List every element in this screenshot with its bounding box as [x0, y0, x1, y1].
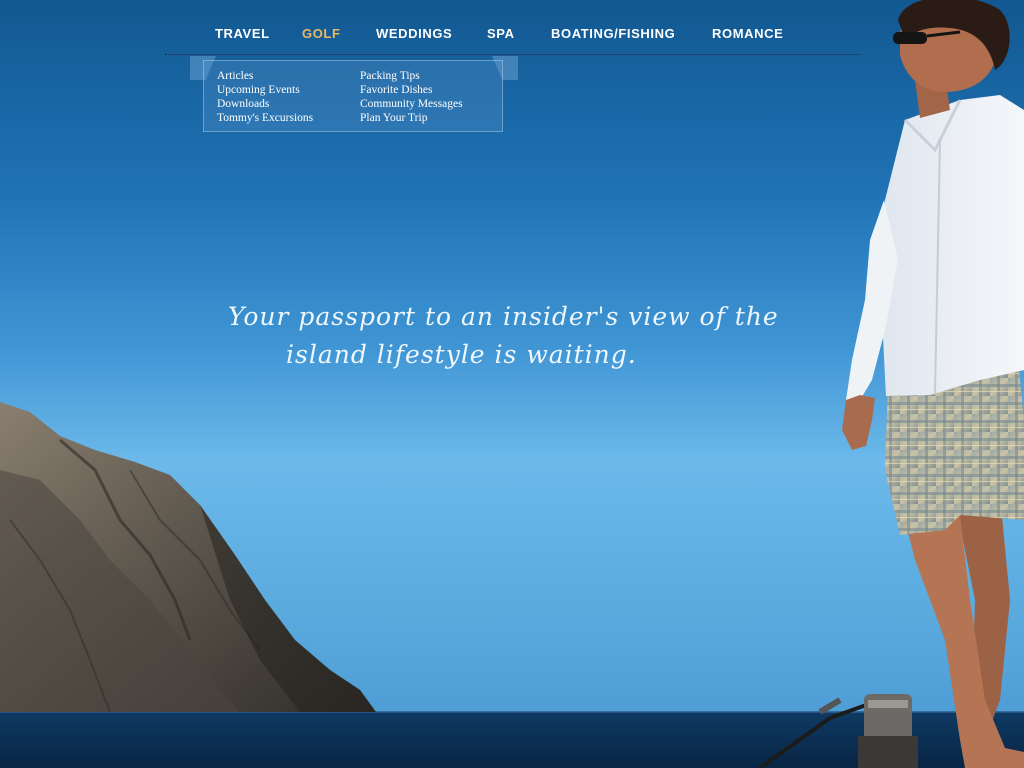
dropdown-link-plan-your-trip[interactable]: Plan Your Trip	[360, 111, 463, 125]
dropdown-column-1: Articles Upcoming Events Downloads Tommy…	[217, 69, 313, 125]
tagline-line-2: island lifestyle is waiting.	[286, 340, 637, 369]
hero-tagline: Your passport to an insider's view of th…	[228, 298, 788, 374]
dropdown-link-favorite-dishes[interactable]: Favorite Dishes	[360, 83, 463, 97]
man-in-plaid-shorts	[842, 0, 1024, 768]
rocky-cliff	[0, 402, 376, 713]
nav-item-golf[interactable]: GOLF	[302, 26, 341, 42]
nav-item-spa[interactable]: SPA	[487, 26, 515, 42]
dropdown-link-tommys-excursions[interactable]: Tommy's Excursions	[217, 111, 313, 125]
nav-item-boating-fishing[interactable]: BOATING/FISHING	[551, 26, 675, 42]
tagline-line-1: Your passport to an insider's view of th…	[228, 302, 779, 331]
hero-photo	[0, 0, 1024, 768]
dropdown-link-community-messages[interactable]: Community Messages	[360, 97, 463, 111]
main-nav: TRAVEL GOLF WEDDINGS SPA BOATING/FISHING…	[165, 0, 861, 55]
nav-item-weddings[interactable]: WEDDINGS	[376, 26, 452, 42]
dropdown-link-downloads[interactable]: Downloads	[217, 97, 313, 111]
dropdown-link-upcoming-events[interactable]: Upcoming Events	[217, 83, 313, 97]
dropdown-column-2: Packing Tips Favorite Dishes Community M…	[360, 69, 463, 125]
dropdown-link-packing-tips[interactable]: Packing Tips	[360, 69, 463, 83]
golf-dropdown-menu: Articles Upcoming Events Downloads Tommy…	[203, 60, 503, 132]
dropdown-link-articles[interactable]: Articles	[217, 69, 313, 83]
nav-item-travel[interactable]: TRAVEL	[215, 26, 270, 42]
nav-item-romance[interactable]: ROMANCE	[712, 26, 783, 42]
